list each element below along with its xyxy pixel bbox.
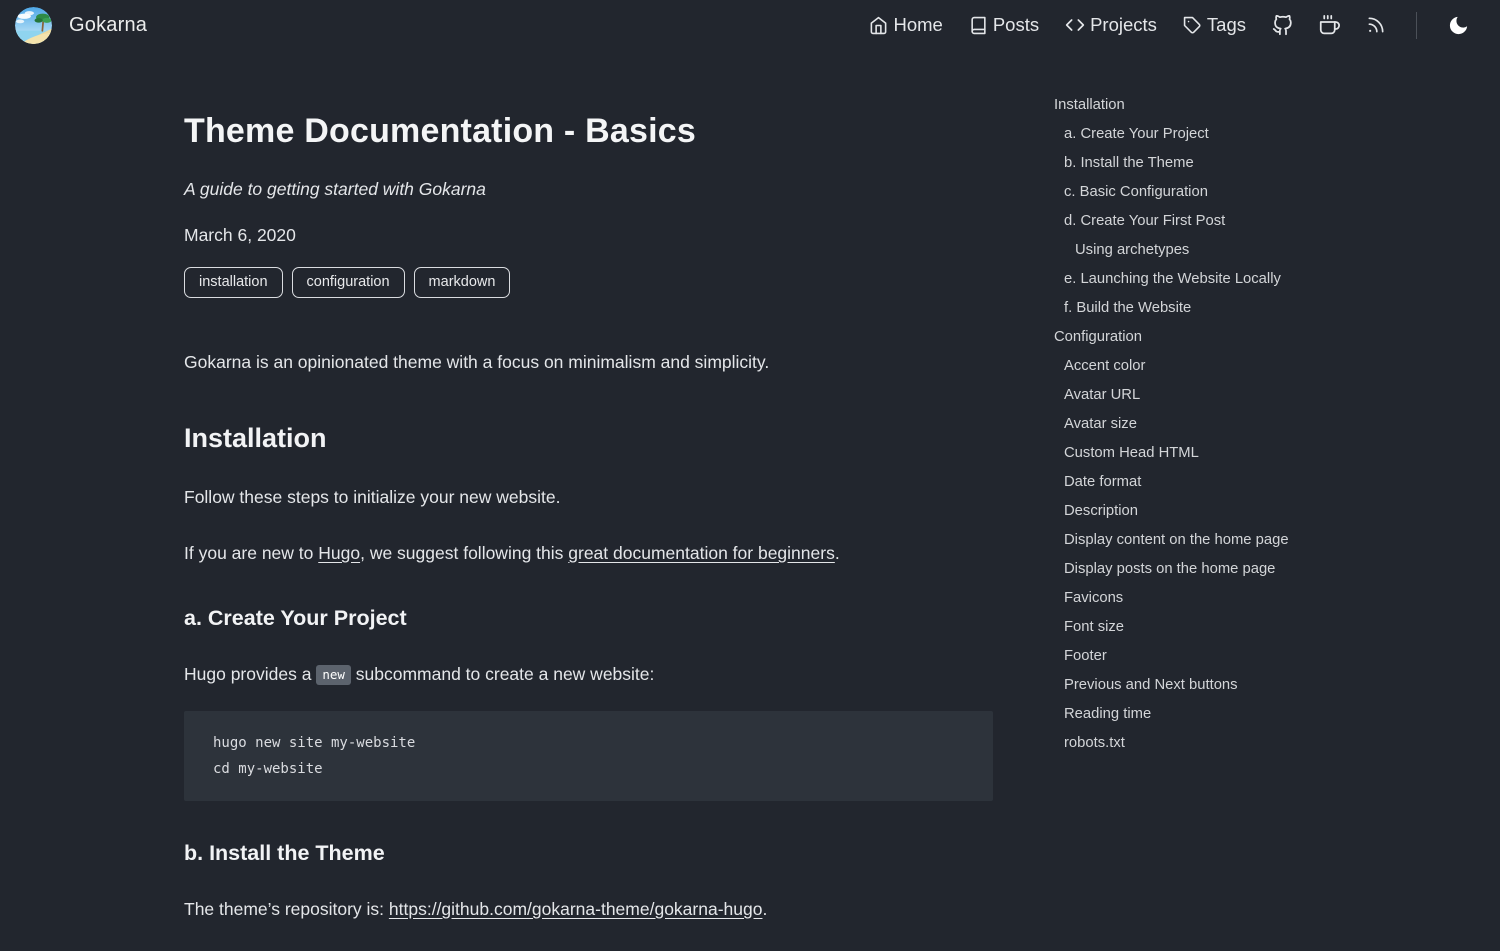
github-icon — [1272, 15, 1293, 36]
moon-icon — [1447, 14, 1470, 37]
code-block-create-site: hugo new site my-website cd my-website — [184, 711, 993, 801]
navbar: Gokarna Home Posts Projects Tags — [0, 0, 1500, 50]
intro-paragraph: Gokarna is an opinionated theme with a f… — [184, 350, 993, 375]
toc-item-previous-next-buttons[interactable]: Previous and Next buttons — [1054, 671, 1474, 700]
beginners-doc-link[interactable]: great documentation for beginners — [568, 543, 835, 563]
heading-create-project: a. Create Your Project — [184, 606, 993, 631]
toc-item-display-content-home[interactable]: Display content on the home page — [1054, 526, 1474, 555]
toc-item-avatar-url[interactable]: Avatar URL — [1054, 381, 1474, 410]
home-icon — [869, 16, 888, 35]
nav-item-label: Projects — [1090, 14, 1157, 36]
rss-icon — [1366, 15, 1386, 35]
toc-item-font-size[interactable]: Font size — [1054, 613, 1474, 642]
toc-item-display-posts-home[interactable]: Display posts on the home page — [1054, 555, 1474, 584]
code-line: cd my-website — [213, 756, 964, 782]
beach-avatar-image — [15, 7, 52, 44]
rss-link[interactable] — [1366, 15, 1386, 35]
brand-home-link[interactable]: Gokarna — [15, 7, 147, 44]
text-fragment: Hugo provides a — [184, 664, 316, 684]
nav-item-home[interactable]: Home — [869, 14, 942, 36]
nav-item-label: Home — [893, 14, 942, 36]
toc-item-reading-time[interactable]: Reading time — [1054, 700, 1474, 729]
tag-configuration[interactable]: configuration — [292, 267, 405, 298]
repository-link[interactable]: https://github.com/gokarna-theme/gokarna… — [389, 899, 763, 919]
tag-icon — [1183, 16, 1202, 35]
code-line: hugo new site my-website — [213, 730, 964, 756]
page-title: Theme Documentation - Basics — [184, 112, 993, 151]
page-body: Theme Documentation - Basics A guide to … — [0, 50, 1500, 951]
paragraph-hugo-provides: Hugo provides a new subcommand to create… — [184, 662, 993, 687]
table-of-contents: Installation a. Create Your Project b. I… — [1054, 91, 1474, 758]
github-link[interactable] — [1272, 15, 1293, 36]
toc-item-create-your-first-post[interactable]: d. Create Your First Post — [1054, 207, 1474, 236]
text-fragment: subcommand to create a new website: — [351, 664, 655, 684]
nav-item-tags[interactable]: Tags — [1183, 14, 1246, 36]
toc-item-avatar-size[interactable]: Avatar size — [1054, 410, 1474, 439]
hugo-link[interactable]: Hugo — [318, 543, 360, 563]
toc-item-description[interactable]: Description — [1054, 497, 1474, 526]
text-fragment: . — [762, 899, 767, 919]
inline-code-new: new — [316, 665, 351, 685]
tag-markdown[interactable]: markdown — [414, 267, 511, 298]
nav-item-posts[interactable]: Posts — [969, 14, 1039, 36]
toc-item-build-the-website[interactable]: f. Build the Website — [1054, 294, 1474, 323]
heading-installation: Installation — [184, 423, 993, 454]
toc-item-accent-color[interactable]: Accent color — [1054, 352, 1474, 381]
nav-links: Home Posts Projects Tags — [869, 12, 1470, 39]
toc-item-basic-configuration[interactable]: c. Basic Configuration — [1054, 178, 1474, 207]
toc-item-installation[interactable]: Installation — [1054, 91, 1474, 120]
toc-item-date-format[interactable]: Date format — [1054, 468, 1474, 497]
toc-item-custom-head-html[interactable]: Custom Head HTML — [1054, 439, 1474, 468]
buy-me-coffee-link[interactable] — [1319, 15, 1340, 36]
toc-item-favicons[interactable]: Favicons — [1054, 584, 1474, 613]
toc-item-configuration[interactable]: Configuration — [1054, 323, 1474, 352]
nav-item-label: Tags — [1207, 14, 1246, 36]
site-avatar — [15, 7, 52, 44]
code-icon — [1065, 15, 1085, 35]
article: Theme Documentation - Basics A guide to … — [184, 50, 993, 951]
toc-item-robots-txt[interactable]: robots.txt — [1054, 729, 1474, 758]
nav-item-label: Posts — [993, 14, 1039, 36]
text-fragment: . — [835, 543, 840, 563]
paragraph-repository: The theme’s repository is: https://githu… — [184, 897, 993, 922]
toc-item-create-your-project[interactable]: a. Create Your Project — [1054, 120, 1474, 149]
nav-item-projects[interactable]: Projects — [1065, 14, 1157, 36]
post-date: March 6, 2020 — [184, 223, 993, 248]
paragraph-new-to-hugo: If you are new to Hugo, we suggest follo… — [184, 541, 993, 566]
toc-item-launching-website-locally[interactable]: e. Launching the Website Locally — [1054, 265, 1474, 294]
text-fragment: If you are new to — [184, 543, 318, 563]
post-subtitle: A guide to getting started with Gokarna — [184, 177, 993, 202]
coffee-icon — [1319, 15, 1340, 36]
toc-item-footer[interactable]: Footer — [1054, 642, 1474, 671]
toc-item-using-archetypes[interactable]: Using archetypes — [1054, 236, 1474, 265]
brand-name: Gokarna — [69, 14, 147, 37]
paragraph-follow-steps: Follow these steps to initialize your ne… — [184, 485, 993, 510]
text-fragment: The theme’s repository is: — [184, 899, 389, 919]
nav-divider — [1416, 12, 1417, 39]
text-fragment: , we suggest following this — [360, 543, 568, 563]
heading-install-theme: b. Install the Theme — [184, 841, 993, 866]
toc-item-install-the-theme[interactable]: b. Install the Theme — [1054, 149, 1474, 178]
book-icon — [969, 16, 988, 35]
theme-toggle-button[interactable] — [1447, 14, 1470, 37]
tag-installation[interactable]: installation — [184, 267, 283, 298]
tag-list: installation configuration markdown — [184, 267, 993, 298]
